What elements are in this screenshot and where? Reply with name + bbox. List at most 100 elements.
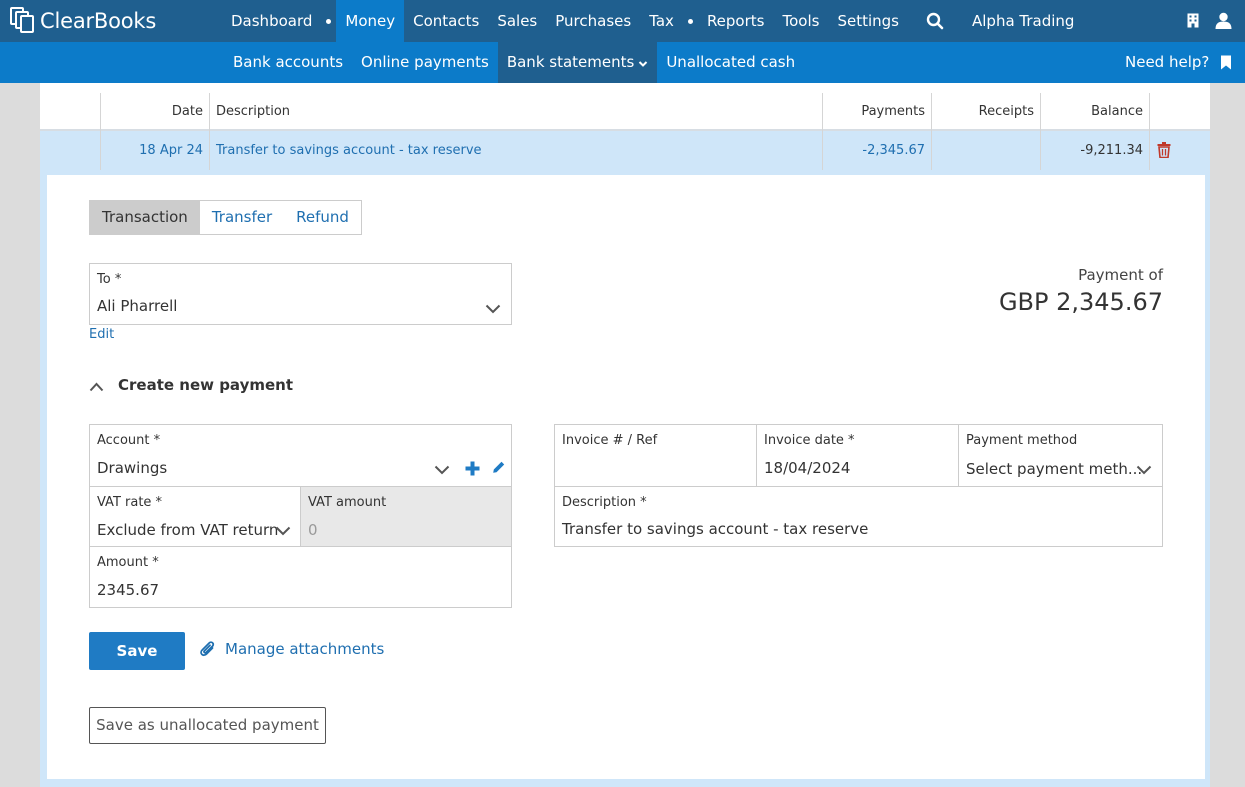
subnav-bank-statements-label: Bank statements: [506, 53, 635, 71]
sub-nav: Bank accounts Online payments Bank state…: [224, 42, 804, 83]
manage-attachments-label: Manage attachments: [225, 640, 385, 658]
tab-refund[interactable]: Refund: [284, 201, 361, 234]
account-value: Drawings: [97, 459, 168, 477]
chevron-down-icon: [639, 61, 648, 67]
payment-method-label: Payment method: [966, 433, 1078, 448]
logo-text: ClearBooks: [40, 9, 157, 33]
nav-dashboard[interactable]: Dashboard: [222, 0, 321, 42]
top-navbar: ClearBooks Dashboard Money Contacts Sale…: [0, 0, 1245, 42]
to-label: To *: [97, 272, 122, 287]
logo-icon: [10, 7, 38, 35]
invoice-date-label: Invoice date *: [764, 433, 855, 448]
user-icon[interactable]: [1215, 12, 1232, 29]
column-divider: [822, 93, 823, 131]
payment-amount: GBP 2,345.67: [998, 288, 1163, 316]
sub-navbar: Bank accounts Online payments Bank state…: [0, 42, 1245, 83]
table-row[interactable]: 18 Apr 24 Transfer to savings account - …: [40, 131, 1210, 170]
chevron-down-icon: [485, 304, 501, 314]
header-payments[interactable]: Payments: [861, 93, 925, 131]
header-balance[interactable]: Balance: [1091, 93, 1143, 131]
column-divider: [209, 93, 210, 131]
chevron-down-icon: [275, 526, 291, 536]
logo[interactable]: ClearBooks: [10, 6, 156, 36]
tab-transfer[interactable]: Transfer: [200, 201, 284, 234]
subnav-online-payments[interactable]: Online payments: [352, 42, 498, 83]
amount-field[interactable]: Amount * 2345.67: [89, 546, 512, 608]
company-switcher[interactable]: Alpha Trading: [962, 0, 1084, 42]
save-unallocated-button[interactable]: Save as unallocated payment: [89, 707, 326, 744]
amount-label: Amount *: [97, 555, 159, 570]
row-description[interactable]: Transfer to savings account - tax reserv…: [216, 131, 482, 170]
create-payment-section-title[interactable]: Create new payment: [118, 376, 293, 394]
account-select[interactable]: Account * Drawings: [89, 424, 512, 487]
paperclip-icon: [200, 641, 215, 657]
header-date[interactable]: Date: [172, 93, 203, 131]
column-divider: [1149, 131, 1150, 170]
bookmark-icon[interactable]: [1220, 55, 1232, 70]
nav-settings[interactable]: Settings: [828, 0, 908, 42]
nav-contacts[interactable]: Contacts: [404, 0, 488, 42]
subnav-unallocated-cash[interactable]: Unallocated cash: [657, 42, 804, 83]
nav-reports[interactable]: Reports: [698, 0, 774, 42]
vat-amount-field: VAT amount 0: [300, 486, 512, 547]
description-field[interactable]: Description * Transfer to savings accoun…: [554, 486, 1163, 547]
add-account-icon[interactable]: [465, 461, 480, 476]
column-divider: [209, 131, 210, 170]
description-label: Description *: [562, 495, 647, 510]
vat-rate-label: VAT rate *: [97, 495, 163, 510]
search-icon[interactable]: [926, 12, 944, 30]
edit-account-icon[interactable]: [492, 461, 505, 474]
row-payments: -2,345.67: [862, 143, 925, 158]
manage-attachments-link[interactable]: Manage attachments: [200, 640, 384, 658]
invoice-date-field[interactable]: Invoice date * 18/04/2024: [756, 424, 960, 487]
nav-sales[interactable]: Sales: [488, 0, 546, 42]
description-value: Transfer to savings account - tax reserv…: [562, 520, 869, 538]
trash-icon[interactable]: [1157, 142, 1171, 158]
transaction-type-tabs: Transaction Transfer Refund: [89, 200, 362, 235]
subnav-bank-statements[interactable]: Bank statements: [497, 42, 658, 83]
invoice-ref-label: Invoice # / Ref: [562, 433, 658, 448]
column-divider: [100, 131, 101, 170]
vat-rate-value: Exclude from VAT return: [97, 521, 279, 539]
tab-transaction[interactable]: Transaction: [90, 201, 200, 234]
edit-contact-link[interactable]: Edit: [89, 327, 114, 342]
main-nav: Dashboard Money Contacts Sales Purchases…: [222, 0, 908, 42]
nav-purchases[interactable]: Purchases: [546, 0, 640, 42]
column-divider: [1149, 93, 1150, 131]
column-divider: [931, 131, 932, 170]
table-header: Date Description Payments Receipts Balan…: [40, 93, 1210, 131]
row-balance: -9,211.34: [1080, 143, 1143, 158]
nav-separator-dot: [687, 18, 693, 24]
nav-money[interactable]: Money: [336, 0, 405, 42]
column-divider: [1040, 131, 1041, 170]
account-label: Account *: [97, 433, 161, 448]
subnav-bank-accounts[interactable]: Bank accounts: [224, 42, 352, 83]
to-value: Ali Pharrell: [97, 297, 178, 315]
vat-amount-label: VAT amount: [308, 495, 387, 510]
building-icon[interactable]: [1187, 13, 1199, 28]
header-receipts[interactable]: Receipts: [979, 93, 1034, 131]
amount-value: 2345.67: [97, 581, 160, 599]
payment-method-value: Select payment meth...: [966, 460, 1143, 478]
nav-tools[interactable]: Tools: [773, 0, 828, 42]
save-button[interactable]: Save: [89, 632, 185, 670]
nav-separator-dot: [326, 18, 332, 24]
column-divider: [1040, 93, 1041, 131]
column-divider: [822, 131, 823, 170]
chevron-down-icon: [434, 465, 450, 475]
row-date: 18 Apr 24: [139, 143, 203, 158]
vat-amount-placeholder: 0: [308, 521, 318, 539]
header-description[interactable]: Description: [216, 93, 290, 131]
nav-tax[interactable]: Tax: [640, 0, 683, 42]
invoice-date-value: 18/04/2024: [764, 459, 851, 477]
vat-rate-select[interactable]: VAT rate * Exclude from VAT return: [89, 486, 301, 547]
to-select[interactable]: To * Ali Pharrell: [89, 263, 512, 325]
help-link[interactable]: Need help?: [1125, 42, 1209, 83]
column-divider: [931, 93, 932, 131]
column-divider: [100, 93, 101, 131]
payment-of-label: Payment of: [1078, 266, 1163, 284]
chevron-down-icon: [1136, 465, 1152, 475]
invoice-ref-field[interactable]: Invoice # / Ref: [554, 424, 758, 487]
chevron-up-icon[interactable]: [89, 382, 104, 392]
payment-method-select[interactable]: Payment method Select payment meth...: [958, 424, 1163, 487]
